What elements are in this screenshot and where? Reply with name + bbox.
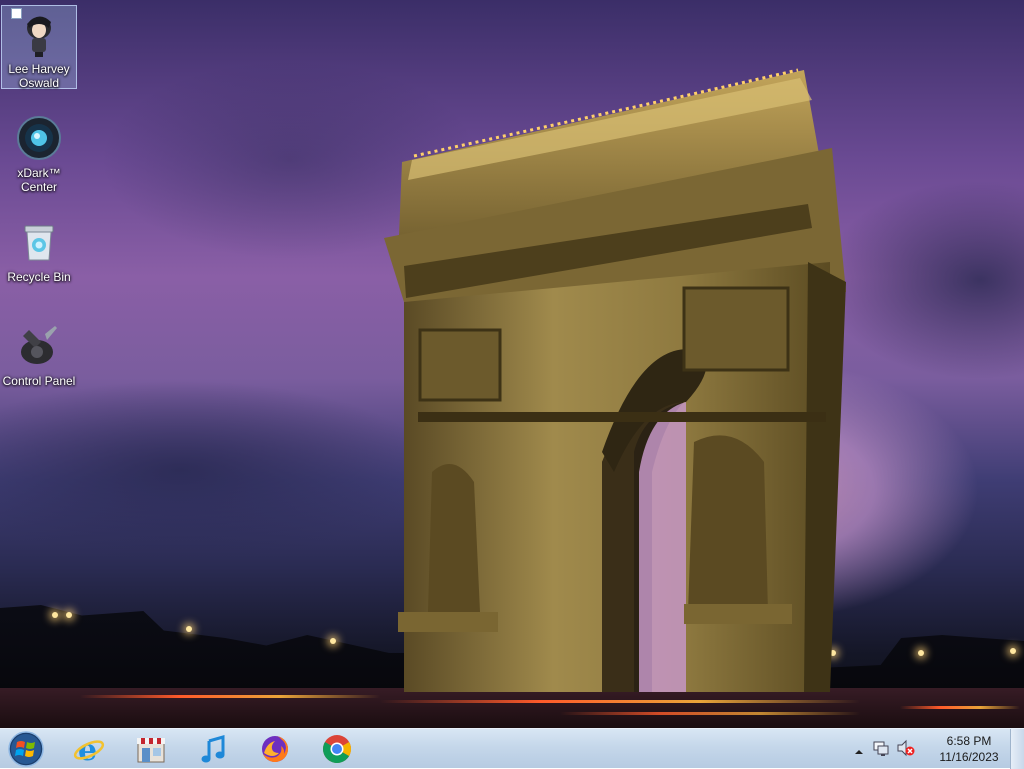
chrome-icon bbox=[323, 735, 351, 763]
taskbar-app-internet-explorer[interactable]: e bbox=[62, 731, 116, 767]
show-desktop-button[interactable] bbox=[1010, 729, 1024, 769]
internet-explorer-icon: e bbox=[73, 733, 105, 765]
store-icon bbox=[137, 738, 165, 763]
user-folder-icon bbox=[15, 10, 63, 58]
itunes-icon bbox=[201, 735, 225, 763]
windows-start-orb-icon bbox=[8, 731, 44, 767]
arc-de-triomphe-image bbox=[384, 68, 846, 692]
taskbar-app-itunes[interactable] bbox=[186, 731, 240, 767]
system-tray: 6:58 PM 11/16/2023 bbox=[854, 729, 1024, 769]
clock-date: 11/16/2023 bbox=[939, 750, 999, 764]
chevron-up-icon[interactable] bbox=[854, 742, 864, 761]
taskbar-app-chrome[interactable] bbox=[310, 731, 364, 767]
desktop-icon-label: Control Panel bbox=[2, 374, 76, 388]
recycle-bin-icon bbox=[15, 218, 63, 266]
desktop-icon-label: Recycle Bin bbox=[7, 270, 71, 284]
taskbar-app-store[interactable] bbox=[124, 731, 178, 767]
desktop-icon-control-panel[interactable]: Control Panel bbox=[1, 318, 77, 388]
desktop-icon-label: xDark™ Center bbox=[17, 166, 61, 194]
clock[interactable]: 6:58 PM 11/16/2023 bbox=[934, 733, 1004, 765]
firefox-icon bbox=[262, 736, 288, 762]
taskbar: e 6:58 PM 11/16/2023 bbox=[0, 728, 1024, 769]
desktop-icon-xdark-center[interactable]: xDark™ Center bbox=[1, 110, 77, 194]
taskbar-app-firefox[interactable] bbox=[248, 731, 302, 767]
control-panel-icon bbox=[15, 322, 63, 370]
start-button[interactable] bbox=[4, 730, 48, 768]
desktop-icon-recycle-bin[interactable]: Recycle Bin bbox=[1, 214, 77, 284]
desktop-wallpaper bbox=[0, 0, 1024, 728]
network-icon[interactable] bbox=[872, 739, 890, 761]
desktop-icon-label: Lee Harvey Oswald bbox=[8, 62, 70, 90]
xdark-center-icon bbox=[15, 114, 63, 162]
volume-muted-icon[interactable] bbox=[896, 739, 916, 761]
desktop-icon-lee-harvey-oswald[interactable]: Lee Harvey Oswald bbox=[1, 5, 77, 90]
clock-time: 6:58 PM bbox=[946, 734, 992, 748]
